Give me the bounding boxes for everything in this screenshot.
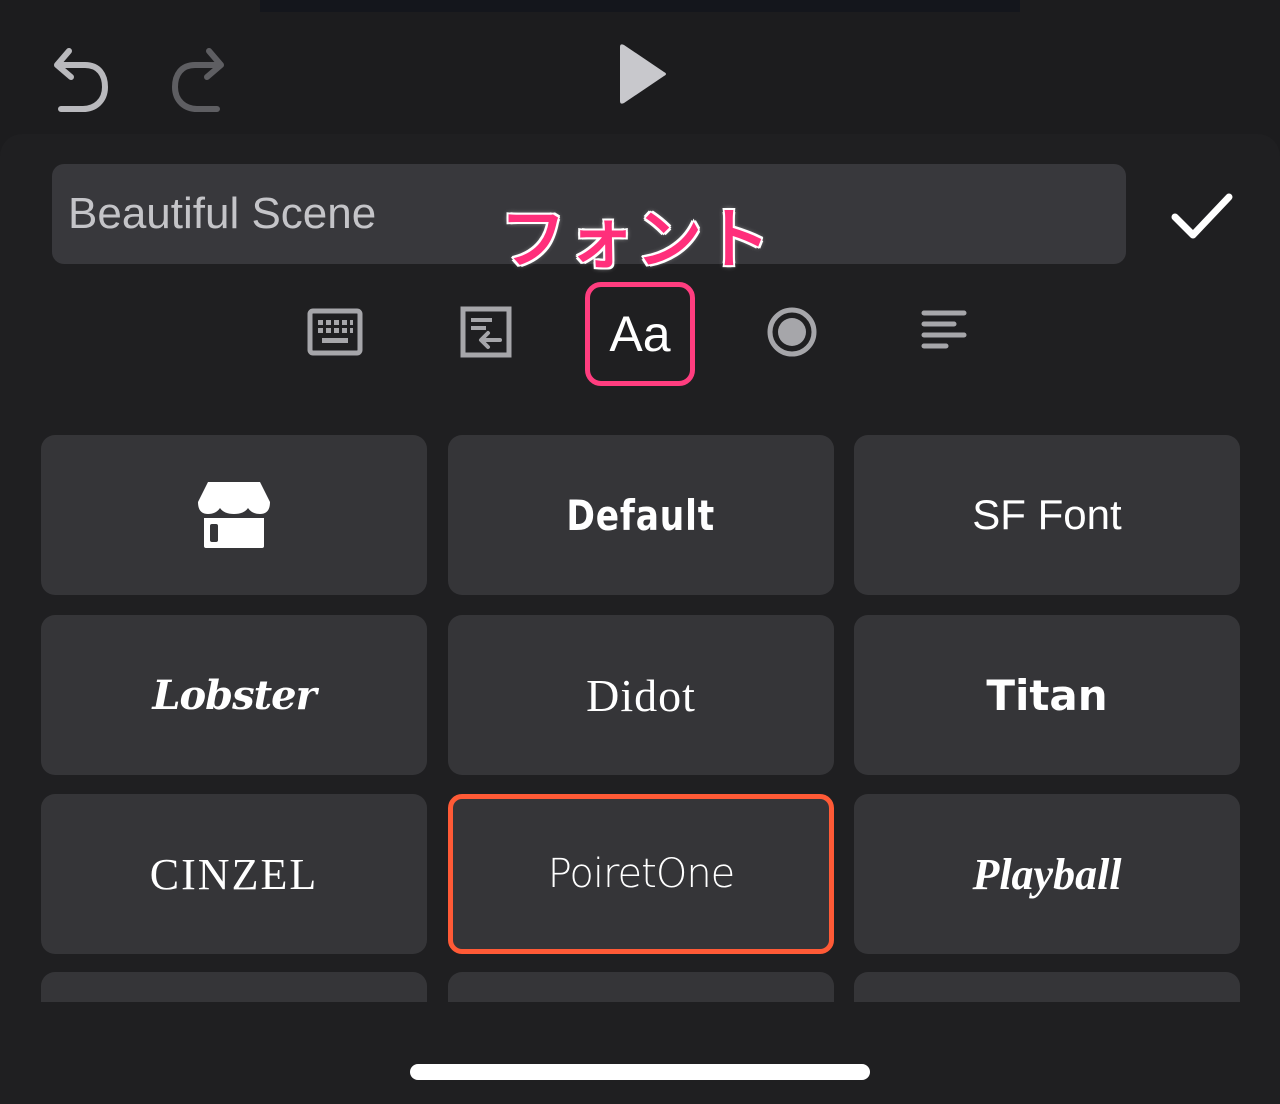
font-store-icon	[198, 482, 270, 548]
keyboard-icon	[307, 308, 363, 356]
home-indicator[interactable]	[410, 1064, 870, 1080]
font-option-label: SF Font	[972, 491, 1122, 538]
text-import-icon	[460, 306, 512, 358]
font-option-playball[interactable]: Playball	[854, 794, 1240, 954]
play-triangle-icon	[620, 44, 666, 104]
font-tab-label: Aa	[609, 306, 671, 362]
font-option-partial[interactable]	[41, 972, 427, 1004]
font-option-label: Playball	[972, 849, 1122, 899]
color-circle-icon	[767, 307, 817, 357]
align-tab[interactable]	[905, 292, 985, 372]
font-option-partial[interactable]	[448, 972, 834, 1004]
font-option-sf-font[interactable]: SF Font	[854, 435, 1240, 595]
bottom-area	[0, 1002, 1280, 1104]
font-store-button[interactable]	[41, 435, 427, 595]
font-option-partial[interactable]	[854, 972, 1240, 1004]
checkmark-icon	[1171, 193, 1233, 239]
font-option-label: CINZEL	[149, 849, 319, 899]
keyboard-tab[interactable]	[295, 292, 375, 372]
font-option-label: Lobster	[152, 671, 316, 719]
video-preview-edge	[260, 0, 1020, 12]
undo-arrow-icon	[54, 48, 109, 112]
play-button[interactable]	[600, 36, 680, 112]
text-input-value: Beautiful Scene	[68, 189, 377, 238]
font-annotation-label: フォント	[499, 200, 772, 280]
font-option-titan[interactable]: Titan	[854, 615, 1240, 775]
font-option-label: Titan	[986, 670, 1108, 720]
confirm-button[interactable]	[1164, 184, 1240, 248]
font-option-default[interactable]: Default	[448, 435, 834, 595]
redo-arrow-icon	[171, 48, 224, 112]
color-tab[interactable]	[752, 292, 832, 372]
font-option-label: Default	[566, 490, 716, 540]
font-option-cinzel[interactable]: CINZEL	[41, 794, 427, 954]
top-toolbar	[0, 0, 1280, 134]
redo-button[interactable]	[164, 42, 234, 116]
font-tab[interactable]: Aa	[585, 282, 695, 386]
font-option-didot[interactable]: Didot	[448, 615, 834, 775]
undo-button[interactable]	[44, 42, 114, 116]
font-option-label: PoiretOne	[547, 851, 736, 897]
text-import-tab[interactable]	[446, 292, 526, 372]
text-editor-screen: Beautiful Scene フォント Aa Default SF Font …	[0, 0, 1280, 1104]
align-left-icon	[921, 310, 967, 349]
font-option-poiretone[interactable]: PoiretOne	[448, 794, 834, 954]
font-option-label: Didot	[586, 669, 696, 721]
font-option-lobster[interactable]: Lobster	[41, 615, 427, 775]
